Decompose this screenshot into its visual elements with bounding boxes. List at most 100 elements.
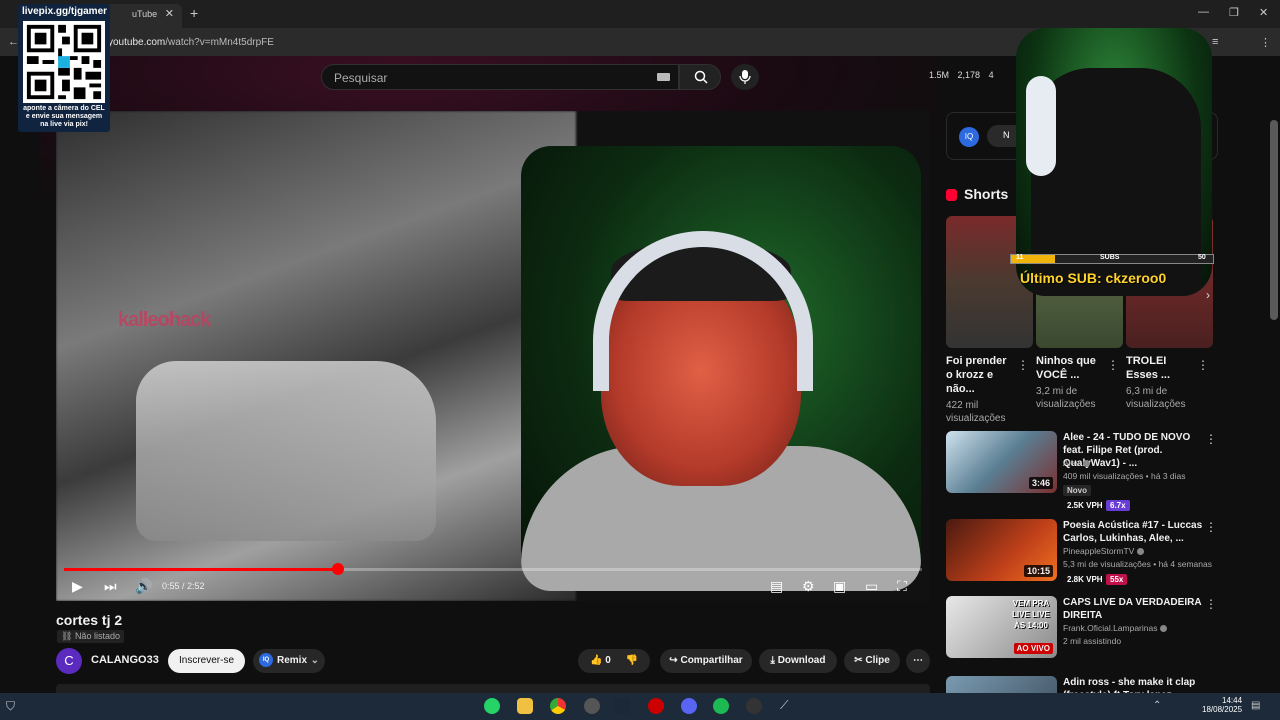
remix-button[interactable]: IQ Remix ⌄ <box>253 649 325 673</box>
qr-title: livepix.gg/tjgamer <box>22 6 108 17</box>
channel-name[interactable]: CALANGO33 <box>91 654 159 666</box>
recommended-video[interactable]: Adin ross - she make it clap (freestyle)… <box>946 676 1218 693</box>
rec-meta: 5,3 mi de visualizações • há 4 semanas <box>1063 559 1212 569</box>
like-button[interactable]: 👍 0 <box>590 655 611 666</box>
search-input[interactable]: Pesquisar <box>321 64 679 90</box>
miniplayer-icon[interactable]: ▣ <box>833 578 846 595</box>
url-field[interactable]: youtube.com/watch?v=mMn4t5drpFE <box>100 34 1100 52</box>
next-icon[interactable]: ⏭ <box>104 578 117 595</box>
rec-thumbnail[interactable]: VEM PRA LIVE LIVE ÀS 14:00 AO VIVO <box>946 596 1057 658</box>
theater-icon[interactable]: ▭ <box>865 578 878 595</box>
progress-bar[interactable] <box>64 563 922 575</box>
taskbar: ⛉ ⟋ ⌃ 14:44 18/08/2025 ▤ <box>0 693 1280 720</box>
vph-badge: 2.5K VPH <box>1063 500 1107 511</box>
video-title: cortes tj 2 <box>56 612 123 628</box>
scissors-icon: ✂ <box>854 655 866 666</box>
sub-goal-target: 50 <box>1198 254 1206 261</box>
shorts-heading-label: Shorts <box>964 186 1009 202</box>
recommended-video[interactable]: VEM PRA LIVE LIVE ÀS 14:00 AO VIVO CAPS … <box>946 596 1218 666</box>
rec-menu-icon[interactable]: ⋮ <box>1205 432 1217 446</box>
settings-gear-icon[interactable]: ⚙ <box>802 578 815 595</box>
rec-channel-name: Alee <box>1063 458 1081 468</box>
new-badge: Novo <box>1063 485 1091 496</box>
short-title[interactable]: TROLEI Esses ... <box>1126 354 1196 382</box>
page-scrollbar[interactable] <box>1270 120 1278 320</box>
short-views: 422 mil visualizações <box>946 400 1006 424</box>
chrome-profile-icon[interactable] <box>584 698 600 714</box>
short-title[interactable]: Ninhos que VOCÊ ... <box>1036 354 1106 382</box>
rec-menu-icon[interactable]: ⋮ <box>1205 597 1217 611</box>
volume-icon[interactable]: 🔊 <box>135 578 152 595</box>
progress-handle[interactable] <box>331 563 344 575</box>
window-close-icon[interactable]: ✕ <box>1259 6 1268 19</box>
recommended-video[interactable]: 3:46 Alee - 24 - TUDO DE NOVO feat. Fili… <box>946 431 1218 511</box>
description-box[interactable] <box>56 684 930 693</box>
unlisted-badge: ⛓ Não listado <box>57 630 124 643</box>
keyboard-icon[interactable] <box>657 73 670 81</box>
extensions-icon[interactable]: ≡ <box>1212 36 1218 48</box>
rec-channel[interactable]: Frank.Oficial.Lamparinas <box>1063 623 1168 633</box>
duration-badge: 10:15 <box>1023 565 1053 577</box>
app-icon[interactable]: ⟋ <box>780 698 796 714</box>
dislike-button[interactable]: 👎 <box>626 655 638 666</box>
rec-thumbnail[interactable]: 3:46 <box>946 431 1057 493</box>
short-menu-icon[interactable]: ⋮ <box>1107 358 1119 372</box>
rec-channel[interactable]: Alee <box>1063 458 1091 468</box>
restore-icon[interactable]: ❐ <box>1229 6 1239 19</box>
voice-search-button[interactable] <box>731 64 759 90</box>
whatsapp-icon[interactable] <box>484 698 500 714</box>
opera-icon[interactable] <box>648 698 664 714</box>
short-menu-icon[interactable]: ⋮ <box>1197 358 1209 372</box>
download-label: Download <box>777 655 826 666</box>
download-button[interactable]: ⤓ Download <box>759 649 837 673</box>
short-views: 3,2 mi de visualizações <box>1036 386 1096 410</box>
multiplier-badge: 6.7x <box>1106 500 1130 511</box>
tray-chevron-icon[interactable]: ⌃ <box>1153 700 1161 711</box>
play-icon[interactable]: ▶ <box>72 578 83 595</box>
rec-channel[interactable]: PineappleStormTV <box>1063 546 1145 556</box>
chrome-icon[interactable] <box>550 698 566 714</box>
short-views: 6,3 mi de visualizações <box>1126 386 1186 410</box>
share-button[interactable]: ↪ Compartilhar <box>660 649 752 673</box>
rec-menu-icon[interactable]: ⋮ <box>1205 520 1217 534</box>
rec-title[interactable]: CAPS LIVE DA VERDADEIRA DIREITA <box>1063 596 1203 622</box>
clock-time: 14:44 <box>1222 696 1243 705</box>
subtitles-icon[interactable]: ▤ <box>770 578 783 595</box>
more-actions-button[interactable]: ⋯ <box>906 649 930 673</box>
browser-menu-icon[interactable]: ⋮ <box>1260 36 1271 49</box>
steam-icon[interactable] <box>614 698 630 714</box>
discord-icon[interactable] <box>681 698 697 714</box>
search-button[interactable] <box>679 64 721 90</box>
multiplier-badge: 55x <box>1106 574 1128 585</box>
rec-title[interactable]: Poesia Acústica #17 - Luccas Carlos, Luk… <box>1063 519 1203 545</box>
tab-title: uTube <box>132 9 158 19</box>
clock[interactable]: 14:44 18/08/2025 <box>1202 696 1242 714</box>
file-explorer-icon[interactable] <box>517 698 533 714</box>
video-player[interactable]: kalleohack ▶ ⏭ 🔊 0:55 / 2:52 ▤ ⚙ ▣ ▭ ⛶ <box>56 111 930 601</box>
recommended-video[interactable]: 10:15 Poesia Acústica #17 - Luccas Carlo… <box>946 519 1218 589</box>
rec-thumbnail[interactable] <box>946 676 1057 693</box>
spotify-icon[interactable] <box>713 698 729 714</box>
rec-channel-name: Frank.Oficial.Lamparinas <box>1063 623 1158 633</box>
minimize-icon[interactable]: — <box>1198 6 1209 18</box>
download-icon: ⤓ <box>770 655 778 666</box>
clip-button[interactable]: ✂ Clipe <box>844 649 900 673</box>
notifications-icon[interactable]: ▤ <box>1251 700 1260 711</box>
obs-icon[interactable] <box>746 698 762 714</box>
short-menu-icon[interactable]: ⋮ <box>1017 358 1029 372</box>
url-host: youtube.com <box>108 37 166 48</box>
subscribe-button[interactable]: Inscrever-se <box>168 649 245 673</box>
verified-icon <box>1160 625 1168 633</box>
rec-title[interactable]: Adin ross - she make it clap (freestyle)… <box>1063 676 1203 693</box>
start-logo-icon[interactable]: ⛉ <box>6 699 15 714</box>
search-placeholder: Pesquisar <box>334 71 388 85</box>
short-title[interactable]: Foi prender o krozz e não... <box>946 354 1016 396</box>
sub-goal-overlay: 11 SUBS 50 Último SUB: ckzeroo0 <box>1010 248 1214 292</box>
qr-caption: aponte a câmera do CEL e envie sua mensa… <box>23 105 105 128</box>
rec-meta: 409 mil visualizações • há 3 dias <box>1063 471 1186 481</box>
close-icon[interactable]: ✕ <box>165 7 174 20</box>
channel-avatar[interactable]: C <box>56 648 82 674</box>
new-tab-icon[interactable]: + <box>190 5 198 21</box>
rec-thumbnail[interactable]: 10:15 <box>946 519 1057 581</box>
fullscreen-icon[interactable]: ⛶ <box>897 578 907 595</box>
